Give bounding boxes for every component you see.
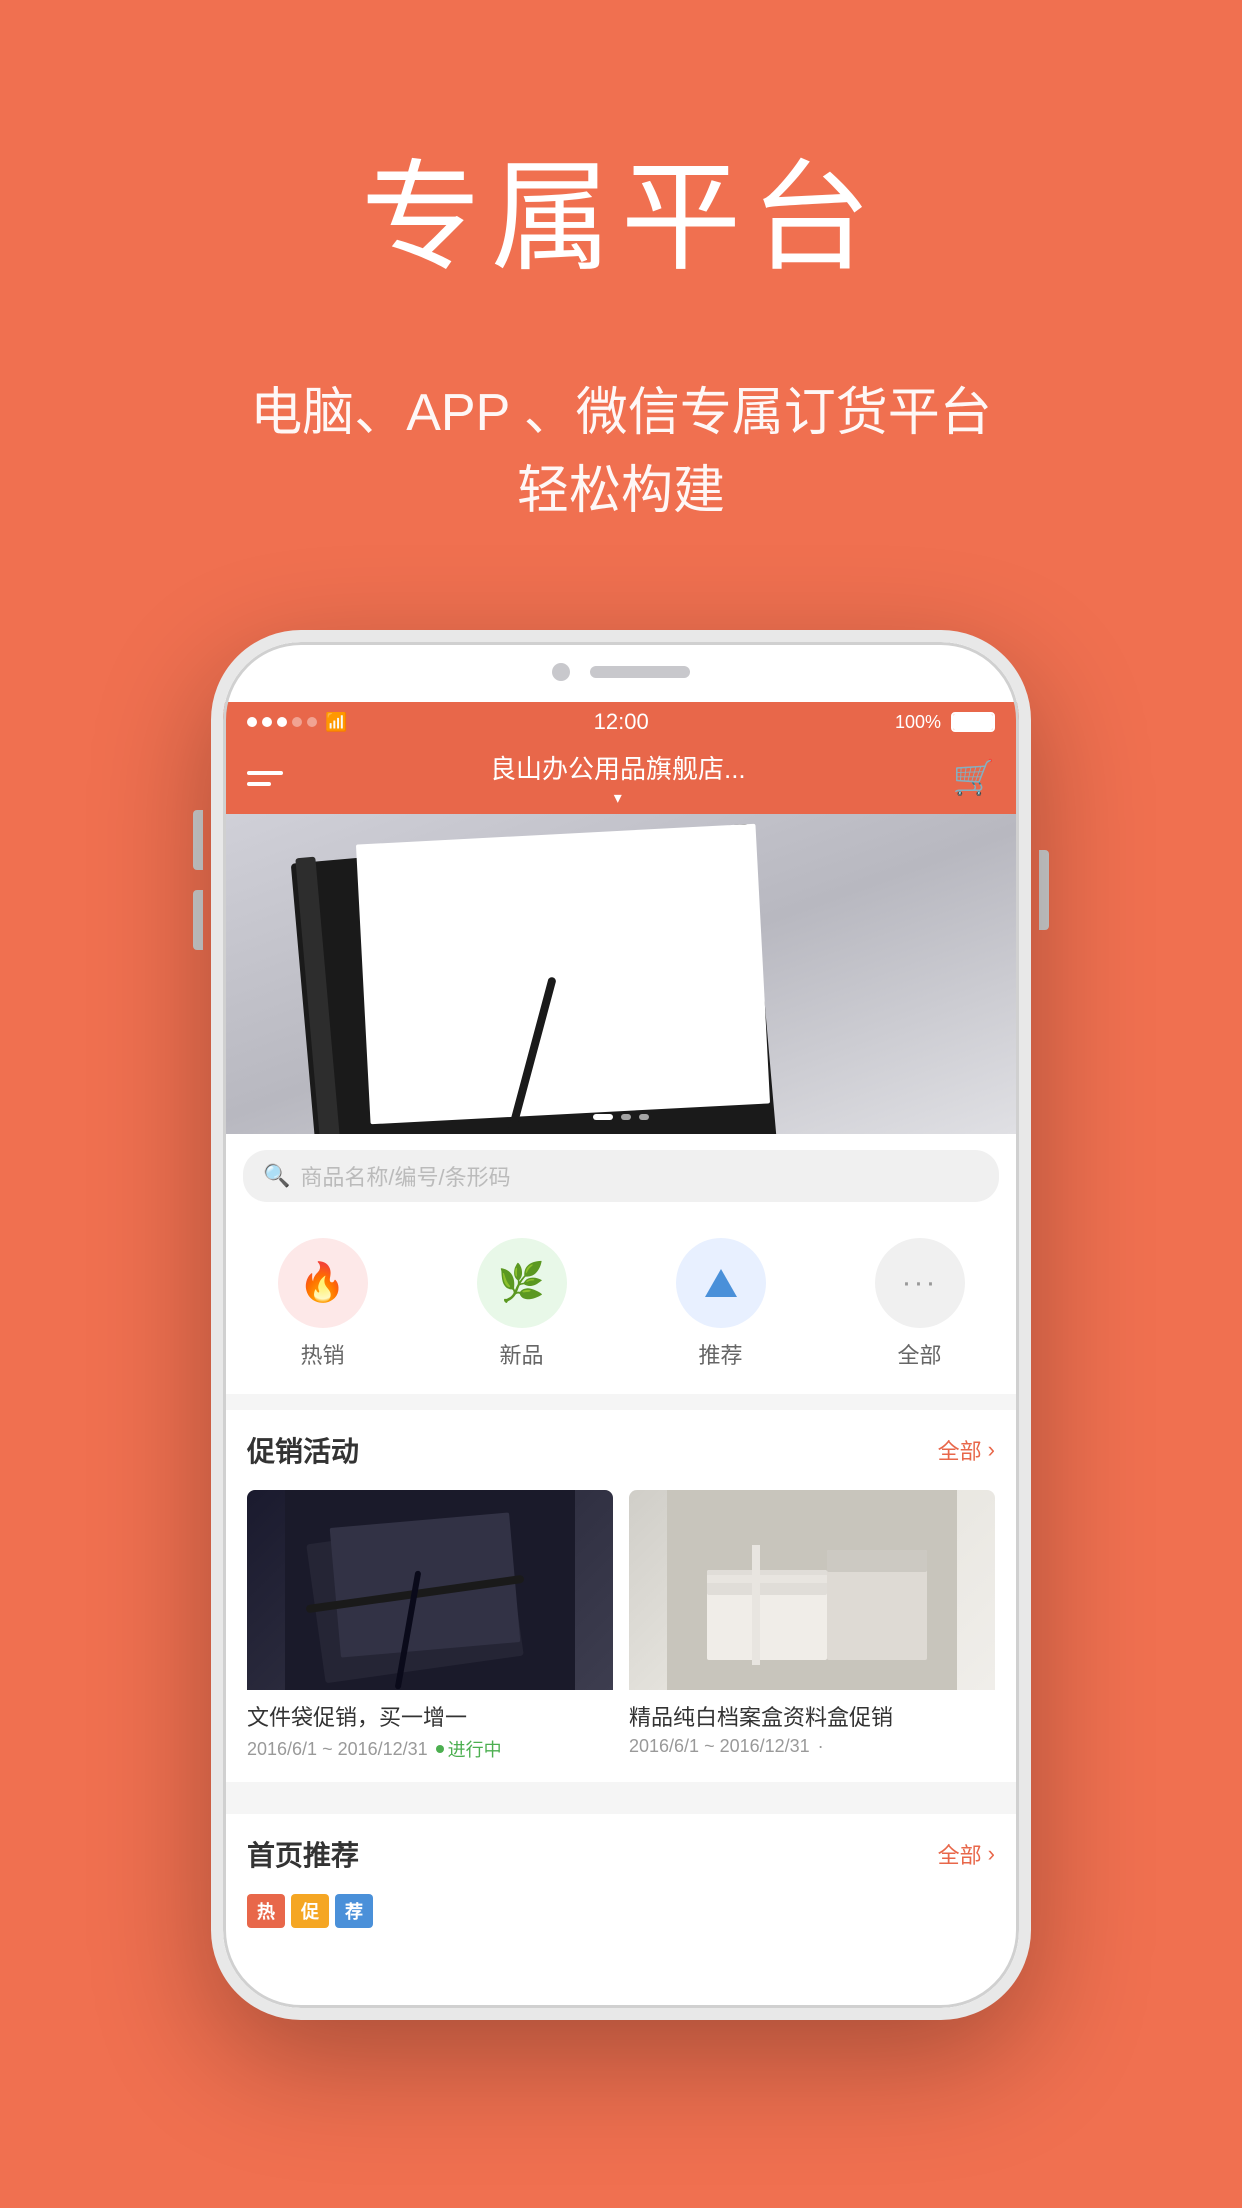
page-wrapper: 专属平台 电脑、APP 、微信专属订货平台 轻松构建 [0,0,1242,2208]
search-section: 🔍 商品名称/编号/条形码 [223,1134,1019,1218]
category-recommend[interactable]: 推荐 [676,1238,766,1370]
banner-dot-1 [593,1114,613,1120]
category-section: 🔥 热销 🌿 新品 [223,1218,1019,1394]
battery-bar [951,712,995,732]
category-all-label: 全部 [897,1338,941,1370]
volume-down-button [193,890,203,950]
store-name-header[interactable]: 良山办公用品旗舰店... ▾ [490,749,746,808]
promo-date-1: 2016/6/1 ~ 2016/12/31 进行中 [247,1736,613,1762]
tag-recommend: 荐 [335,1894,373,1928]
active-dot-1 [436,1745,444,1753]
hot-icon: 🔥 [299,1261,346,1305]
battery-percent: 100% [895,712,941,733]
banner-dot-3 [639,1114,649,1120]
category-hot[interactable]: 🔥 热销 [278,1238,368,1370]
signal-dot-2 [262,717,272,727]
phone-screen: 📶 12:00 100% [223,702,1019,1948]
recommend-triangle-icon [701,1263,741,1303]
all-icon: ··· [902,1266,938,1300]
category-all-circle: ··· [875,1238,965,1328]
recommend-section: 首页推荐 全部 › 热 促 荐 [223,1814,1019,1948]
front-camera [552,663,570,681]
promo-grid: 文件袋促销，买一增一 2016/6/1 ~ 2016/12/31 进行中 [247,1490,995,1762]
header-section: 专属平台 电脑、APP 、微信专属订货平台 轻松构建 [250,0,992,590]
promo-image-2 [629,1490,995,1690]
section-divider-1 [223,1394,1019,1410]
status-time: 12:00 [594,709,649,735]
promo-section: 促销活动 全部 › [223,1410,1019,1782]
phone-bottom-bezel [223,1948,1019,2008]
banner[interactable] [223,814,1019,1134]
signal-dot-5 [307,717,317,727]
category-hot-circle: 🔥 [278,1238,368,1328]
banner-indicators [593,1114,649,1120]
category-hot-label: 热销 [300,1338,344,1370]
signal-indicator [247,717,317,727]
category-recommend-label: 推荐 [698,1338,742,1370]
banner-image [223,814,1019,1134]
signal-dot-4 [292,717,302,727]
promo-more-button[interactable]: 全部 › [938,1434,995,1466]
banner-dot-2 [621,1114,631,1120]
phone-frame: 📶 12:00 100% [211,630,1031,2020]
menu-line-2 [247,782,271,786]
main-title: 专属平台 [250,120,992,294]
phone-top-bezel [223,642,1019,702]
signal-dot-3 [277,717,287,727]
promo-image-1 [247,1490,613,1690]
sub-title-line2: 轻松构建 [517,462,725,520]
promo-status-2: · [818,1736,824,1757]
category-new[interactable]: 🌿 新品 [477,1238,567,1370]
hamburger-menu-icon[interactable] [247,771,283,786]
recommend-more-chevron: › [988,1841,995,1867]
promo-status-1: 进行中 [436,1736,502,1762]
store-name-arrow: ▾ [614,788,622,808]
promo-name-2: 精品纯白档案盒资料盒促销 [629,1700,995,1732]
search-placeholder-text: 商品名称/编号/条形码 [300,1160,510,1192]
category-new-circle: 🌿 [477,1238,567,1328]
promo-section-header: 促销活动 全部 › [247,1430,995,1470]
promo-date-2: 2016/6/1 ~ 2016/12/31 · [629,1736,995,1757]
promo-more-chevron: › [988,1437,995,1463]
category-new-label: 新品 [499,1338,543,1370]
phone-container: 📶 12:00 100% [211,630,1031,2020]
promo-section-title: 促销活动 [247,1430,359,1470]
recommend-more-label: 全部 [938,1838,982,1870]
battery-indicator [951,712,995,732]
signal-dot-1 [247,717,257,727]
category-all[interactable]: ··· 全部 [875,1238,965,1370]
sub-title-line1: 电脑、APP 、微信专属订货平台 [250,384,992,442]
phone-speaker [590,666,690,678]
status-bar: 📶 12:00 100% [223,702,1019,742]
section-divider-2 [223,1782,1019,1798]
menu-line-1 [247,771,283,775]
cart-icon[interactable]: 🛒 [953,758,995,798]
promo-card-2[interactable]: 精品纯白档案盒资料盒促销 2016/6/1 ~ 2016/12/31 · [629,1490,995,1762]
promo-name-1: 文件袋促销，买一增一 [247,1700,613,1732]
recommend-section-header: 首页推荐 全部 › [247,1834,995,1874]
app-header: 良山办公用品旗舰店... ▾ 🛒 [223,742,1019,814]
recommend-more-button[interactable]: 全部 › [938,1838,995,1870]
promo-more-label: 全部 [938,1434,982,1466]
category-recommend-circle [676,1238,766,1328]
search-bar[interactable]: 🔍 商品名称/编号/条形码 [243,1150,999,1202]
battery-fill [953,714,993,730]
wifi-icon: 📶 [325,712,347,733]
sub-title: 电脑、APP 、微信专属订货平台 轻松构建 [250,374,992,530]
new-icon: 🌿 [498,1261,545,1305]
status-bar-left: 📶 [247,712,347,733]
promo-card-1[interactable]: 文件袋促销，买一增一 2016/6/1 ~ 2016/12/31 进行中 [247,1490,613,1762]
status-bar-right: 100% [895,712,995,733]
product-tags: 热 促 荐 [247,1894,995,1928]
power-button [1039,850,1049,930]
recommend-section-title: 首页推荐 [247,1834,359,1874]
tag-hot: 热 [247,1894,285,1928]
tag-promo: 促 [291,1894,329,1928]
search-icon: 🔍 [263,1163,290,1189]
store-name-text: 良山办公用品旗舰店... [490,749,746,786]
volume-up-button [193,810,203,870]
